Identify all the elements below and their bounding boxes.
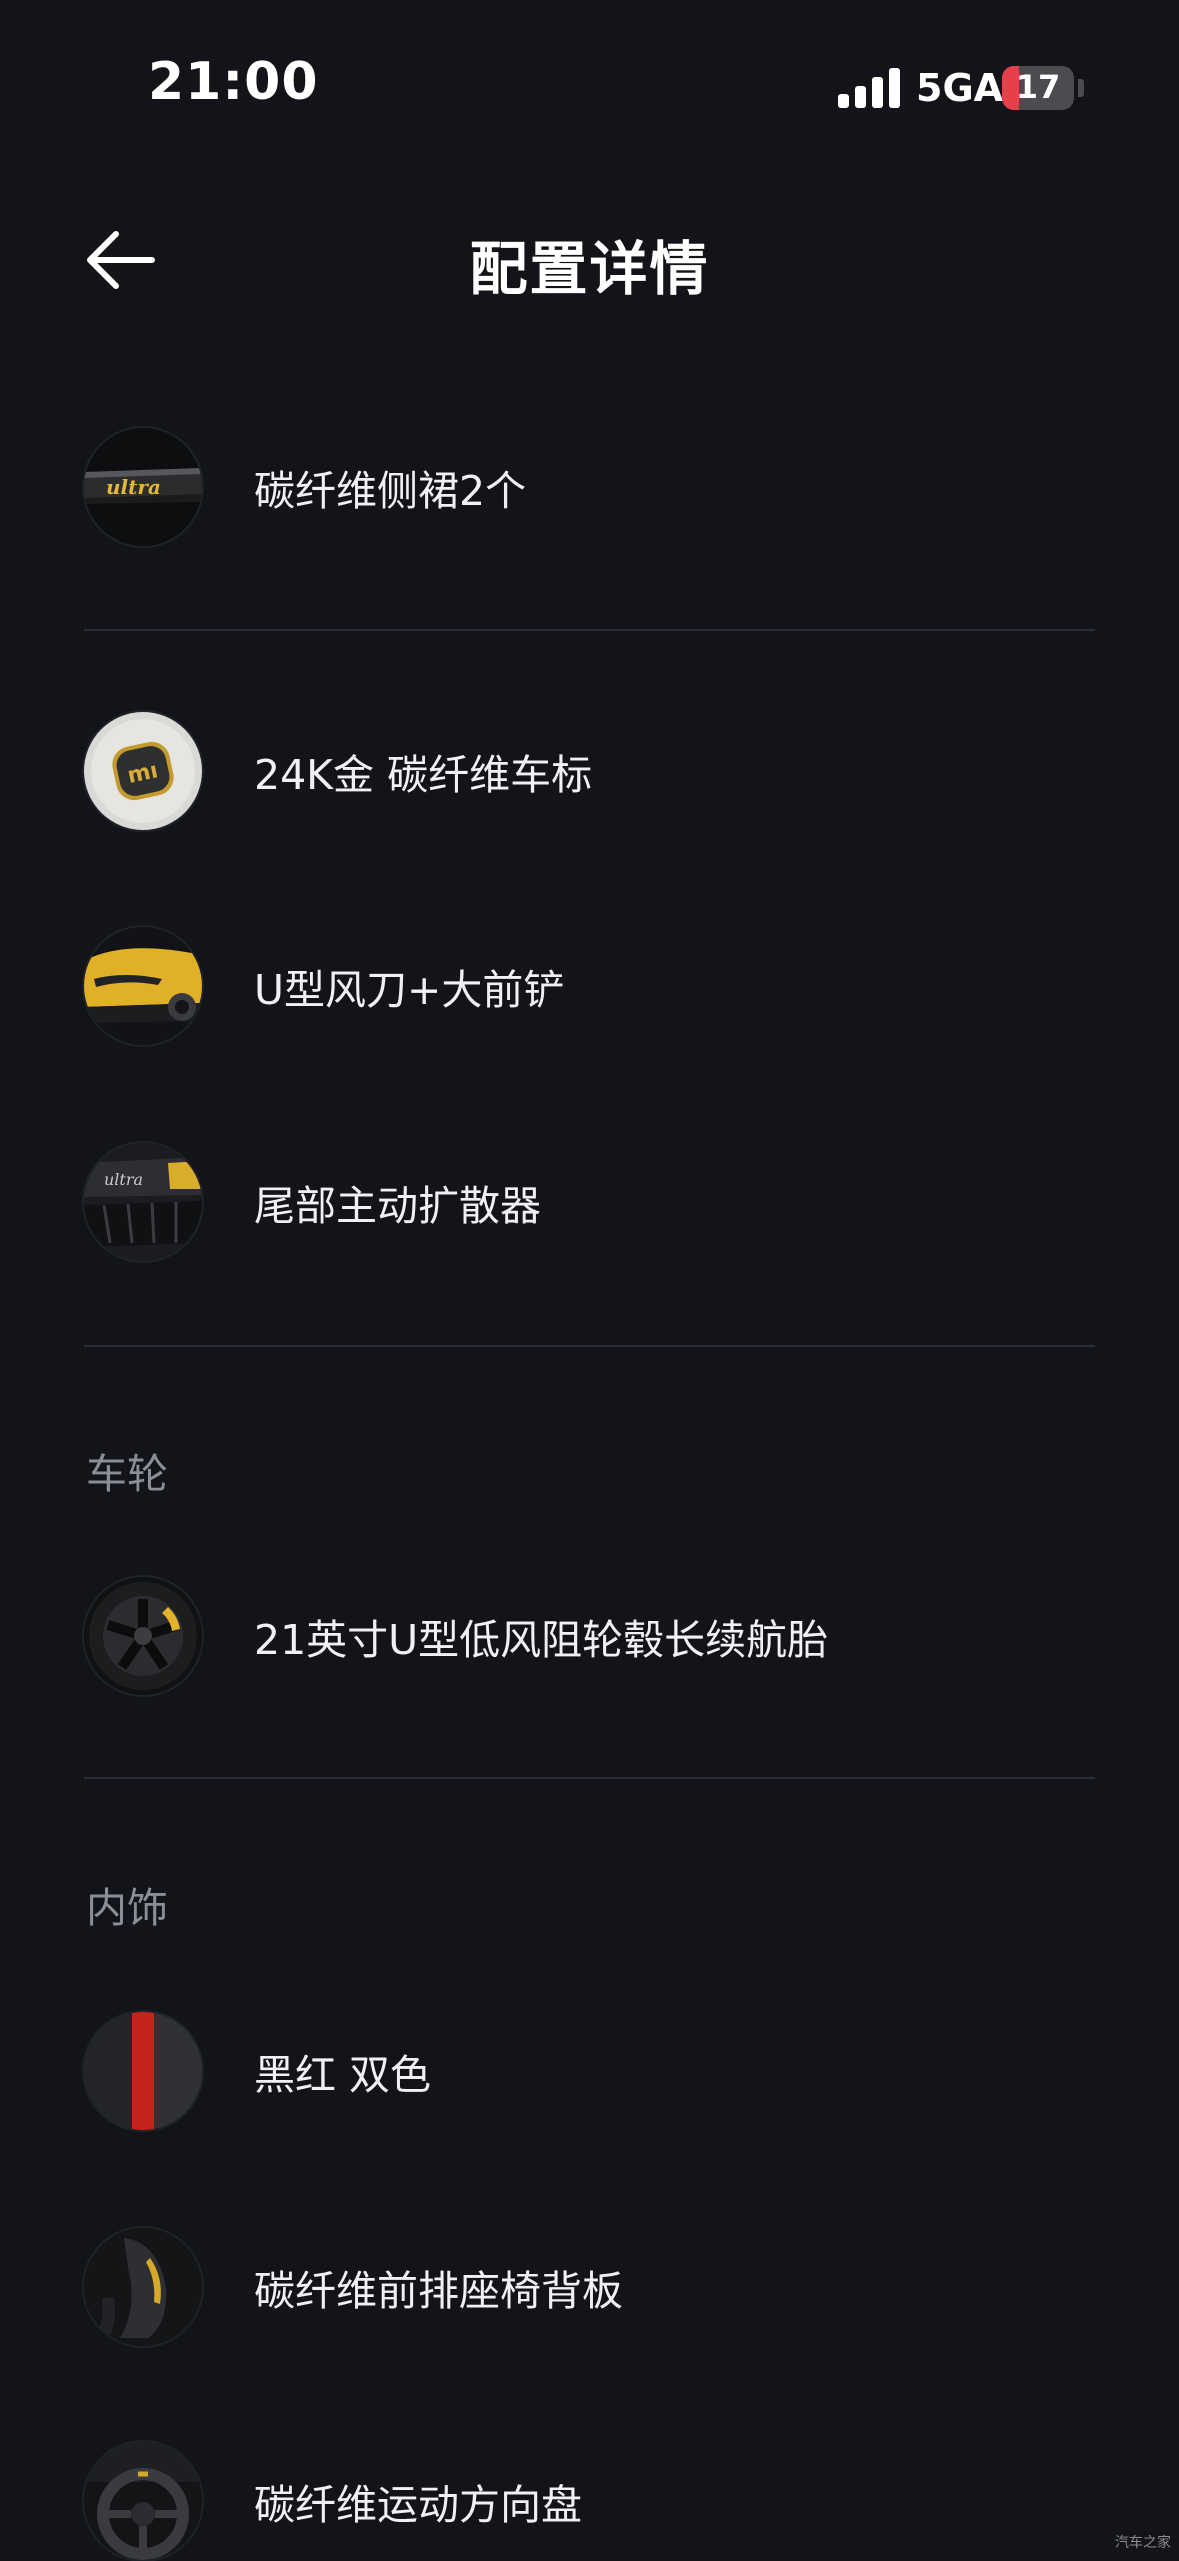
- config-item-label: U型风刀+大前铲: [254, 966, 565, 1014]
- wheel-thumbnail: [84, 1577, 202, 1695]
- config-item-seat-back: 碳纤维前排座椅背板: [84, 2227, 1095, 2347]
- status-time: 21:00: [148, 52, 319, 112]
- gold-badge-thumbnail: mı: [84, 712, 202, 830]
- config-item-front-spoiler: U型风刀+大前铲: [84, 926, 1095, 1046]
- config-item-carbon-side-skirt: ultra 碳纤维侧裙2个: [84, 427, 1095, 547]
- config-item-label: 黑红 双色: [254, 2051, 432, 2099]
- config-item-rear-diffuser: ultra 尾部主动扩散器: [84, 1142, 1095, 1262]
- config-item-label: 碳纤维运动方向盘: [254, 2481, 582, 2529]
- seat-back-thumbnail: [84, 2228, 202, 2346]
- config-item-label: 碳纤维侧裙2个: [254, 467, 527, 515]
- svg-text:ultra: ultra: [106, 475, 161, 499]
- section-divider: [84, 1777, 1095, 1779]
- signal-strength-icon: [838, 66, 900, 108]
- black-red-trim-thumbnail: [84, 2012, 202, 2130]
- section-heading-wheels: 车轮: [86, 1450, 168, 1498]
- watermark: 汽车之家: [1115, 2535, 1171, 2551]
- carbon-side-skirt-thumbnail: ultra: [84, 428, 202, 546]
- status-bar: 21:00 5GA 17: [0, 0, 1179, 170]
- config-item-steering-wheel: 碳纤维运动方向盘: [84, 2441, 1095, 2561]
- battery-icon: 17: [1002, 66, 1074, 110]
- network-type: 5GA: [916, 66, 1004, 110]
- steering-wheel-thumbnail: [84, 2442, 202, 2560]
- config-item-black-red-trim: 黑红 双色: [84, 2011, 1095, 2131]
- config-item-label: 24K金 碳纤维车标: [254, 751, 593, 799]
- config-item-label: 尾部主动扩散器: [254, 1182, 541, 1230]
- config-item-label: 21英寸U型低风阻轮毂长续航胎: [254, 1616, 829, 1664]
- svg-text:ultra: ultra: [104, 1170, 143, 1189]
- config-item-gold-badge: mı 24K金 碳纤维车标: [84, 711, 1095, 831]
- battery-tip: [1078, 79, 1084, 97]
- page-title: 配置详情: [469, 235, 710, 303]
- config-item-wheel: 21英寸U型低风阻轮毂长续航胎: [84, 1576, 1095, 1696]
- front-spoiler-thumbnail: [84, 927, 202, 1045]
- rear-diffuser-thumbnail: ultra: [84, 1143, 202, 1261]
- section-divider: [84, 629, 1095, 631]
- section-heading-interior: 内饰: [86, 1884, 168, 1932]
- config-item-label: 碳纤维前排座椅背板: [254, 2267, 623, 2315]
- battery-level: 17: [1015, 68, 1061, 106]
- section-divider: [84, 1345, 1095, 1347]
